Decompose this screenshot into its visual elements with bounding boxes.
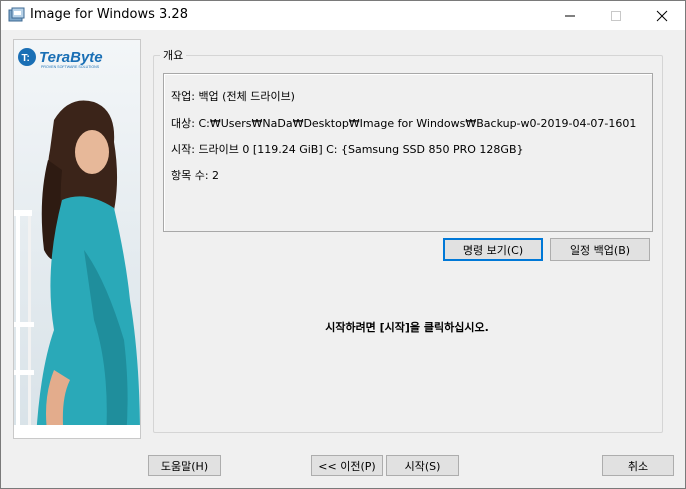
svg-text:T:: T: bbox=[22, 53, 30, 64]
help-button[interactable]: 도움말(H) bbox=[148, 455, 221, 476]
maximize-button bbox=[593, 1, 639, 30]
terabyte-logo: T: TeraByte PROVEN SOFTWARE SOLUTIONS bbox=[17, 47, 139, 72]
svg-text:TeraByte: TeraByte bbox=[39, 49, 103, 66]
close-button[interactable] bbox=[639, 1, 685, 30]
main-window: Image for Windows 3.28 T: TeraByte PROVE… bbox=[0, 0, 686, 489]
minimize-button[interactable] bbox=[547, 1, 593, 30]
window-title: Image for Windows 3.28 bbox=[30, 7, 188, 22]
app-icon bbox=[8, 7, 25, 24]
woman-photo bbox=[14, 40, 140, 438]
view-command-button[interactable]: 명령 보기(C) bbox=[443, 238, 543, 261]
schedule-backup-button[interactable]: 일정 백업(B) bbox=[550, 238, 650, 261]
cancel-button[interactable]: 취소 bbox=[602, 455, 674, 476]
operation-line: 작업: 백업 (전체 드라이브) bbox=[171, 90, 295, 103]
overview-label: 개요 bbox=[160, 47, 187, 63]
start-instruction: 시작하려면 [시작]을 클릭하십시오. bbox=[325, 321, 489, 334]
close-icon bbox=[656, 10, 668, 22]
svg-text:PROVEN SOFTWARE SOLUTIONS: PROVEN SOFTWARE SOLUTIONS bbox=[41, 65, 100, 69]
back-button[interactable]: << 이전(P) bbox=[311, 455, 383, 476]
branding-image: T: TeraByte PROVEN SOFTWARE SOLUTIONS bbox=[13, 39, 141, 439]
summary-box: 작업: 백업 (전체 드라이브) 대상: C:₩Users₩NaDa₩Deskt… bbox=[163, 73, 653, 232]
source-line: 시작: 드라이브 0 [119.24 GiB] C: {Samsung SSD … bbox=[171, 143, 524, 156]
item-count-line: 항목 수: 2 bbox=[171, 169, 220, 182]
destination-line: 대상: C:₩Users₩NaDa₩Desktop₩Image for Wind… bbox=[171, 117, 637, 130]
maximize-icon bbox=[611, 11, 621, 21]
minimize-icon bbox=[565, 15, 575, 17]
start-button[interactable]: 시작(S) bbox=[386, 455, 459, 476]
title-bar[interactable]: Image for Windows 3.28 bbox=[1, 1, 685, 30]
